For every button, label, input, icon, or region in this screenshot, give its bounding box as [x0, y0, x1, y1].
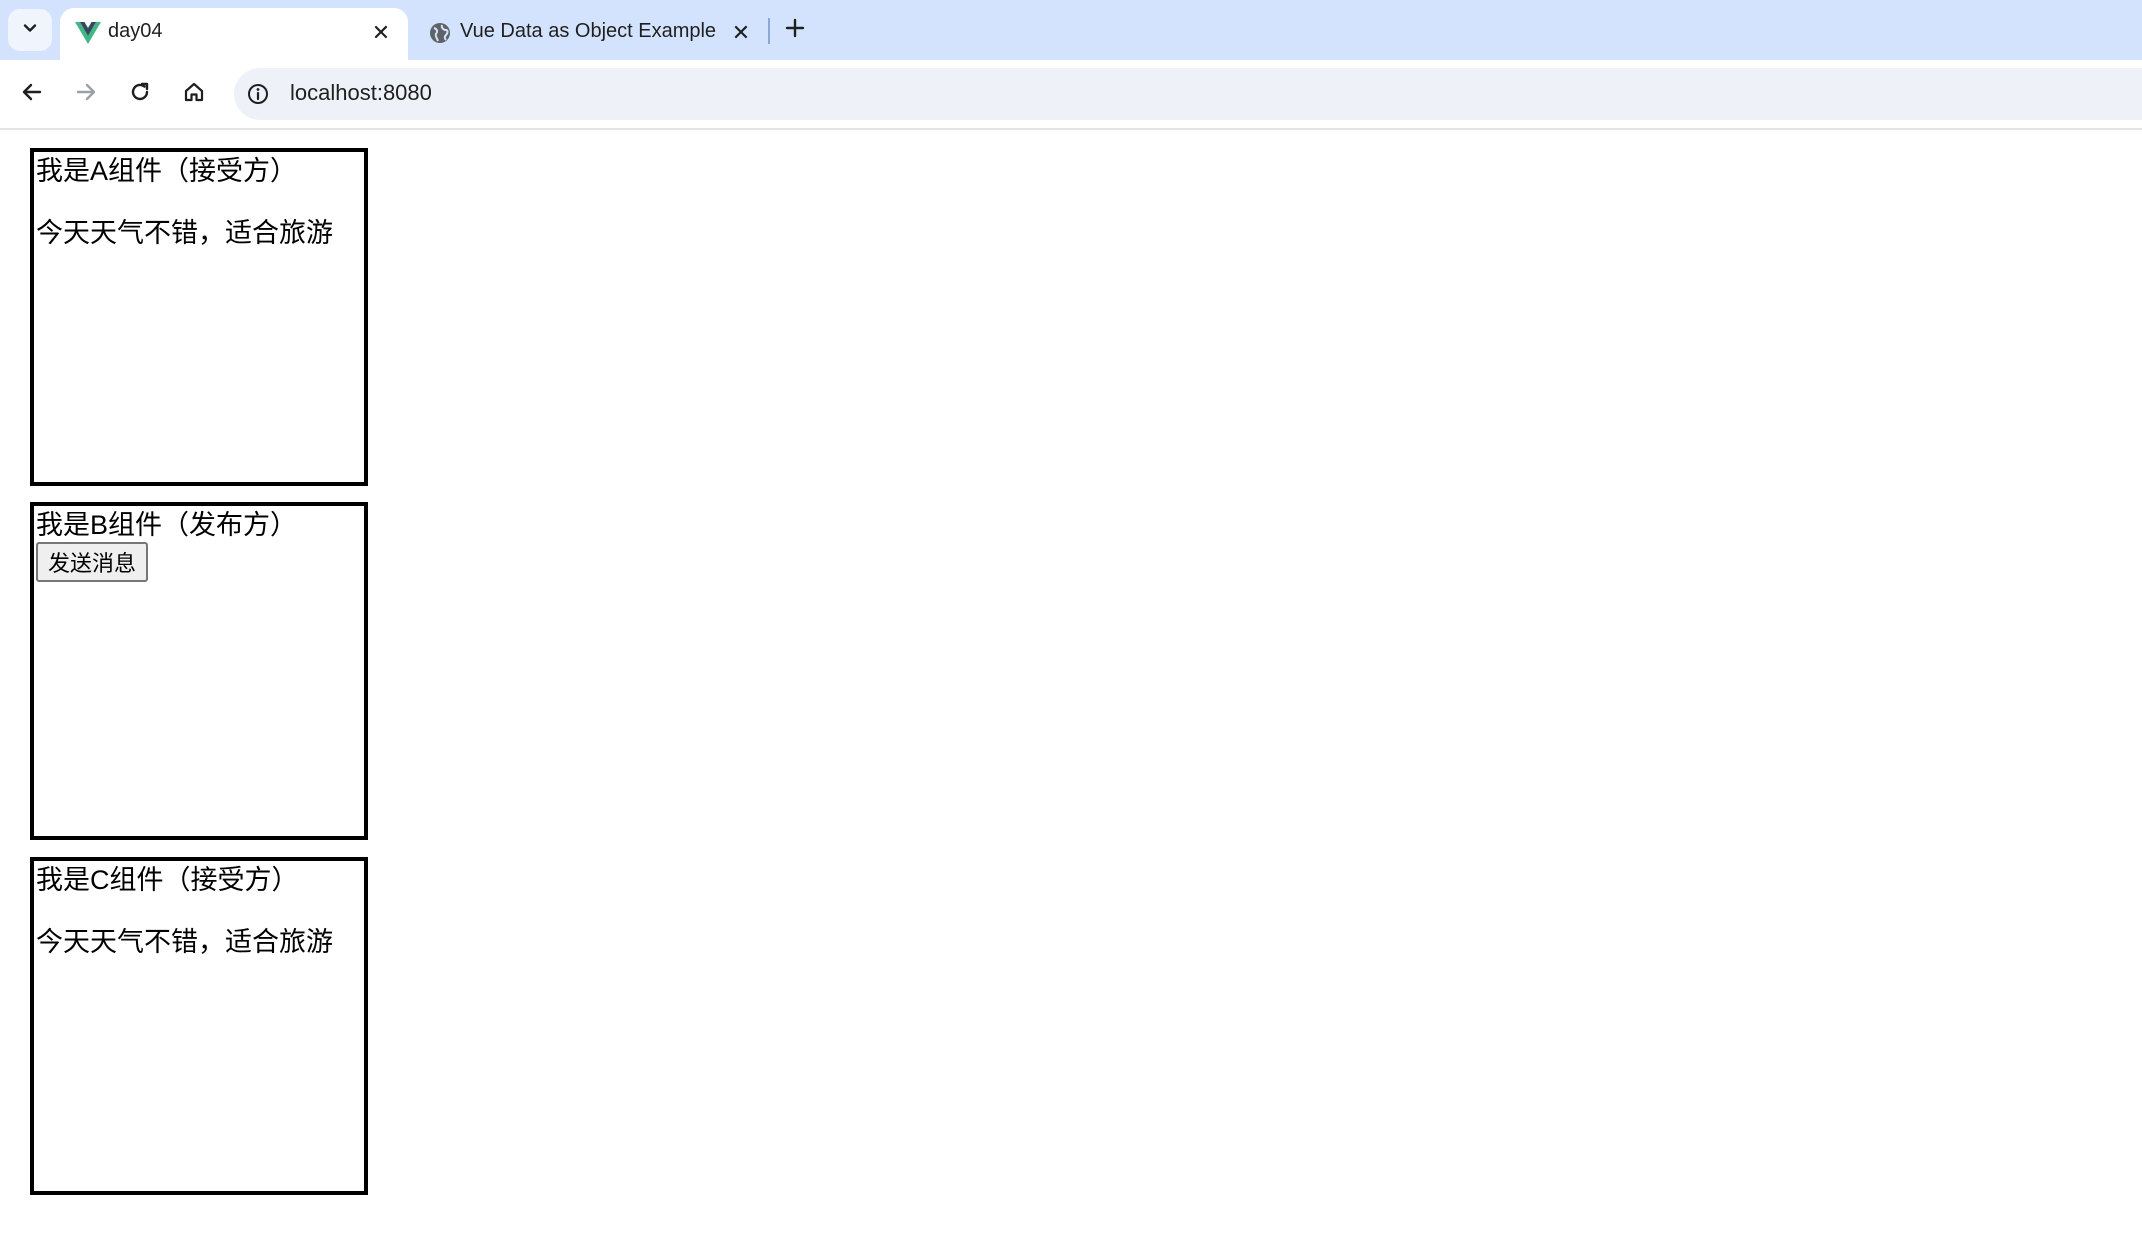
tab-search-button[interactable]	[8, 9, 52, 51]
send-message-button[interactable]: 发送消息	[36, 542, 149, 582]
tab-title: Vue Data as Object Example	[460, 20, 717, 42]
home-button[interactable]	[176, 76, 212, 112]
arrow-right-icon	[74, 80, 98, 109]
component-a-heading: 我是A组件（接受方）	[36, 156, 298, 186]
address-bar[interactable]: localhost:8080	[234, 68, 2142, 120]
url-text[interactable]: localhost:8080	[290, 80, 432, 106]
close-tab-icon[interactable]: ✕	[726, 18, 756, 48]
component-b-box: 我是B组件（发布方） 发送消息	[30, 502, 368, 840]
reload-button[interactable]	[122, 76, 158, 112]
component-a-box: 我是A组件（接受方） 今天天气不错，适合旅游	[30, 148, 368, 486]
page-content: 我是A组件（接受方） 今天天气不错，适合旅游 我是B组件（发布方） 发送消息 我…	[0, 132, 2142, 1248]
arrow-left-icon	[20, 80, 44, 109]
tab-strip: day04 ✕ Vue Data as Object Example ✕	[0, 0, 2142, 60]
home-icon	[182, 80, 206, 109]
browser-toolbar: localhost:8080	[0, 60, 2142, 130]
component-c-box: 我是C组件（接受方） 今天天气不错，适合旅游	[30, 857, 368, 1195]
component-b-heading: 我是B组件（发布方）	[36, 510, 298, 540]
chevron-down-icon	[21, 19, 39, 42]
component-c-heading: 我是C组件（接受方）	[36, 865, 299, 895]
tab-day04[interactable]: day04 ✕	[60, 8, 408, 60]
reload-icon	[128, 80, 152, 109]
back-button[interactable]	[14, 76, 50, 112]
component-a-message: 今天天气不错，适合旅游	[36, 218, 333, 248]
site-info-icon[interactable]	[244, 80, 272, 108]
tab-title: day04	[108, 20, 163, 42]
vue-logo-icon	[74, 19, 102, 47]
tab-divider	[768, 18, 770, 44]
globe-icon	[426, 19, 454, 47]
plus-icon	[785, 18, 805, 43]
forward-button[interactable]	[68, 76, 104, 112]
tab-vue-data-example[interactable]: Vue Data as Object Example ✕	[412, 8, 768, 60]
close-tab-icon[interactable]: ✕	[366, 18, 396, 48]
new-tab-button[interactable]	[780, 12, 810, 48]
component-c-message: 今天天气不错，适合旅游	[36, 927, 333, 957]
